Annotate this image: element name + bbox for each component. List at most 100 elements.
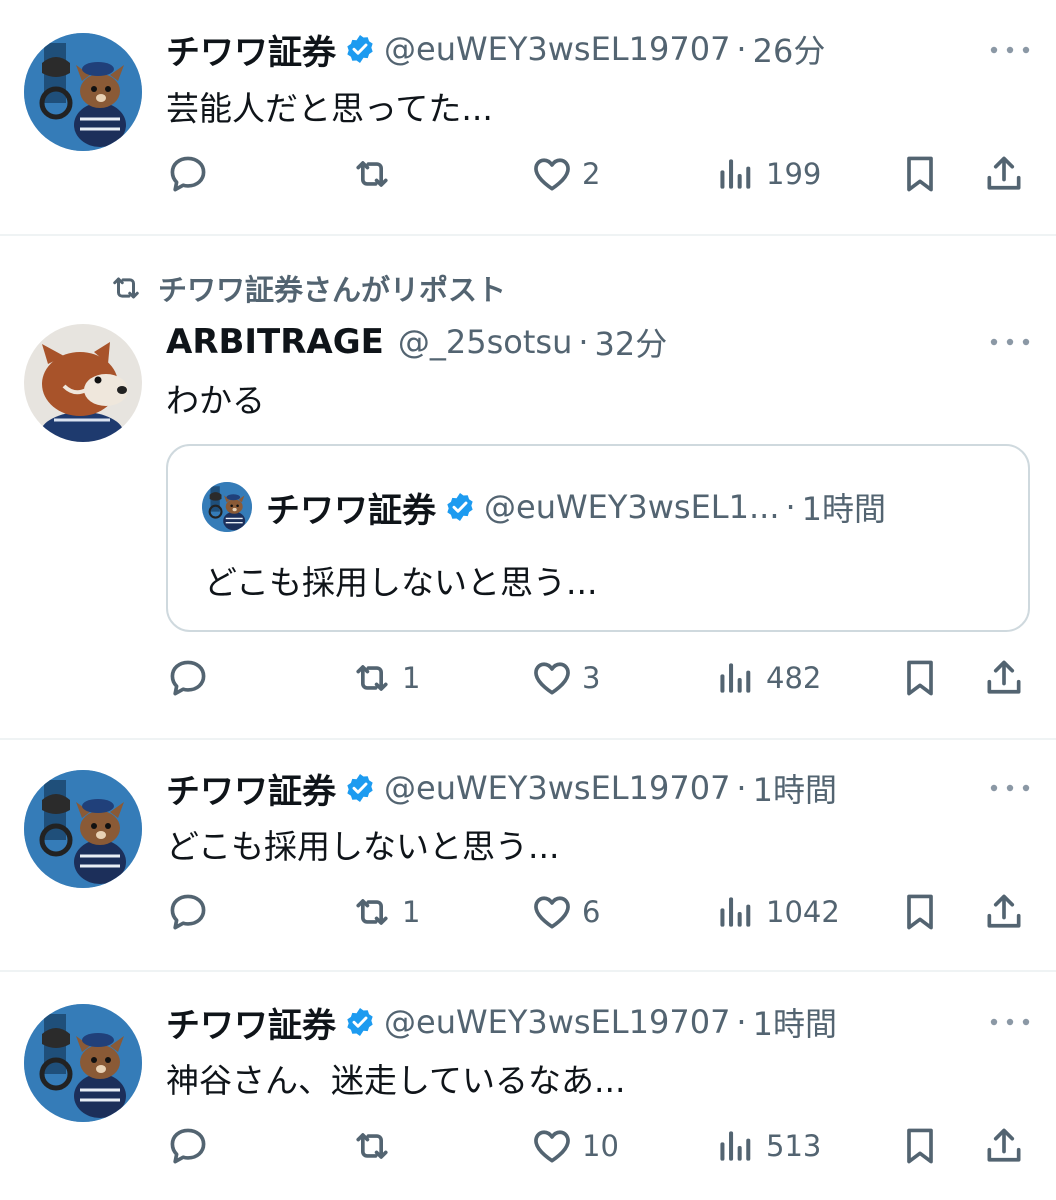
tweet[interactable]: チワワ証券さんがリポスト ARBITRAGE @_25sotsu · 32分 わ… [0, 236, 1056, 738]
avatar [202, 482, 252, 532]
user-handle[interactable]: @euWEY3wsEL19707 [384, 30, 730, 68]
user-handle[interactable]: @euWEY3wsEL19707 [384, 769, 730, 807]
repost-indicator: チワワ証券さんがリポスト [108, 268, 506, 308]
bookmark-icon [898, 152, 942, 196]
views-icon [714, 1124, 758, 1168]
share-button[interactable] [982, 654, 1026, 702]
tweet-text: わかる [166, 381, 265, 420]
repost-icon [350, 890, 394, 934]
repost-icon [108, 270, 144, 306]
verified-badge-icon [344, 772, 376, 804]
like-count: 3 [582, 661, 601, 695]
user-handle[interactable]: @_25sotsu [398, 323, 572, 361]
bookmark-button[interactable] [898, 1122, 942, 1170]
quoted-tweet-text: どこも採用しないと思う... [204, 563, 598, 602]
separator-dot: · [736, 769, 747, 807]
verified-badge-icon [344, 1006, 376, 1038]
display-name[interactable]: ARBITRAGE [166, 322, 384, 362]
views-button[interactable]: 482 [714, 654, 821, 702]
avatar[interactable] [24, 770, 142, 888]
timestamp[interactable]: 26分 [753, 26, 826, 72]
tweet[interactable]: チワワ証券 @euWEY3wsEL19707 · 1時間 どこも採用しないと思う… [0, 740, 1056, 970]
repost-count: 1 [402, 661, 421, 695]
timestamp[interactable]: 32分 [595, 319, 668, 365]
bookmark-button[interactable] [898, 150, 942, 198]
views-button[interactable]: 1042 [714, 888, 840, 936]
bookmark-icon [898, 890, 942, 934]
views-icon [714, 656, 758, 700]
more-options-icon[interactable] [988, 40, 1032, 60]
like-button[interactable]: 2 [530, 150, 600, 198]
reply-button[interactable] [166, 1122, 210, 1170]
more-options-icon[interactable] [988, 332, 1032, 352]
repost-label[interactable]: チワワ証券さんがリポスト [158, 267, 506, 309]
tweet[interactable]: チワワ証券 @euWEY3wsEL19707 · 1時間 神谷さん、迷走している… [0, 972, 1056, 1200]
tweet[interactable]: チワワ証券 @euWEY3wsEL19707 · 26分 芸能人だと思ってた..… [0, 0, 1056, 234]
reply-icon [166, 890, 210, 934]
quoted-tweet-header: チワワ証券 @euWEY3wsEL1... · 1時間 [202, 480, 886, 534]
reply-button[interactable] [166, 150, 210, 198]
view-count: 513 [766, 1129, 822, 1163]
view-count: 1042 [766, 895, 840, 929]
quoted-tweet[interactable]: チワワ証券 @euWEY3wsEL1... · 1時間 どこも採用しないと思う.… [166, 444, 1030, 632]
share-button[interactable] [982, 888, 1026, 936]
share-button[interactable] [982, 150, 1026, 198]
action-bar: 1 6 1042 [166, 888, 1030, 936]
views-button[interactable]: 513 [714, 1122, 821, 1170]
like-count: 6 [582, 895, 601, 929]
reply-icon [166, 152, 210, 196]
like-count: 2 [582, 157, 601, 191]
more-options-icon[interactable] [988, 1012, 1032, 1032]
heart-icon [530, 656, 574, 700]
display-name[interactable]: チワワ証券 [166, 764, 336, 813]
share-icon [982, 1124, 1026, 1168]
tweet-header: チワワ証券 @euWEY3wsEL19707 · 1時間 [166, 997, 906, 1047]
timestamp[interactable]: 1時間 [753, 765, 837, 811]
avatar[interactable] [24, 324, 142, 442]
repost-button[interactable]: 1 [350, 888, 420, 936]
action-bar: 2 199 [166, 150, 1030, 198]
avatar[interactable] [24, 33, 142, 151]
separator-dot: · [578, 323, 589, 361]
views-icon [714, 152, 758, 196]
tweet-text: 芸能人だと思ってた... [166, 89, 493, 128]
timestamp[interactable]: 1時間 [753, 999, 837, 1045]
repost-button[interactable]: 1 [350, 654, 420, 702]
repost-button[interactable] [350, 150, 402, 198]
like-button[interactable]: 3 [530, 654, 600, 702]
like-button[interactable]: 6 [530, 888, 600, 936]
like-button[interactable]: 10 [530, 1122, 619, 1170]
separator-dot: · [736, 30, 747, 68]
display-name: チワワ証券 [266, 490, 436, 531]
tweet-text: 神谷さん、迷走しているなあ... [166, 1061, 626, 1100]
views-icon [714, 890, 758, 934]
share-icon [982, 656, 1026, 700]
share-button[interactable] [982, 1122, 1026, 1170]
user-handle[interactable]: @euWEY3wsEL19707 [384, 1003, 730, 1041]
bookmark-button[interactable] [898, 654, 942, 702]
more-options-icon[interactable] [988, 778, 1032, 798]
reply-icon [166, 656, 210, 700]
timestamp: 1時間 [801, 490, 887, 528]
reply-icon [166, 1124, 210, 1168]
share-icon [982, 890, 1026, 934]
display-name[interactable]: チワワ証券 [166, 998, 336, 1047]
display-name[interactable]: チワワ証券 [166, 25, 336, 74]
like-count: 10 [582, 1129, 619, 1163]
separator-dot: · [785, 488, 796, 526]
verified-badge-icon [344, 33, 376, 65]
repost-button[interactable] [350, 1122, 402, 1170]
views-button[interactable]: 199 [714, 150, 821, 198]
reply-button[interactable] [166, 654, 210, 702]
heart-icon [530, 152, 574, 196]
avatar[interactable] [24, 1004, 142, 1122]
reply-button[interactable] [166, 888, 210, 936]
bookmark-button[interactable] [898, 888, 942, 936]
tweet-header: チワワ証券 @euWEY3wsEL19707 · 1時間 [166, 763, 906, 813]
bookmark-icon [898, 1124, 942, 1168]
heart-icon [530, 890, 574, 934]
view-count: 199 [766, 157, 822, 191]
heart-icon [530, 1124, 574, 1168]
bookmark-icon [898, 656, 942, 700]
tweet-text: どこも採用しないと思う... [166, 827, 560, 866]
